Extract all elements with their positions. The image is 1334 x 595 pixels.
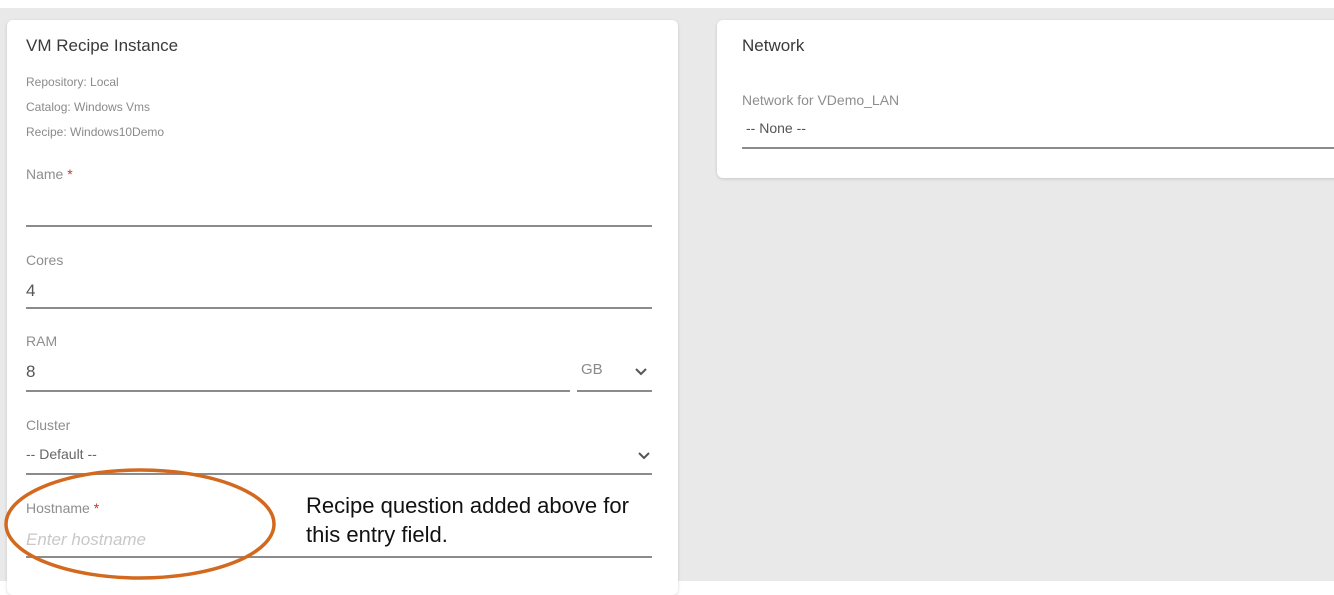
- cores-underline: [26, 307, 652, 309]
- name-label: Name *: [26, 166, 73, 182]
- chevron-down-icon: [635, 368, 647, 376]
- repository-text: Repository: Local: [26, 75, 119, 89]
- ram-unit-value: GB: [581, 361, 603, 378]
- name-underline: [26, 225, 652, 227]
- card-title: VM Recipe Instance: [26, 36, 179, 55]
- network-select[interactable]: -- None --: [742, 117, 1334, 151]
- ram-input[interactable]: [26, 360, 566, 384]
- cluster-value: -- Default --: [26, 446, 97, 462]
- hostname-label-text: Hostname: [26, 500, 90, 516]
- required-marker: *: [67, 166, 73, 182]
- network-value: -- None --: [746, 120, 806, 136]
- ram-underline: [26, 390, 570, 392]
- hostname-underline: [26, 556, 652, 558]
- cluster-select[interactable]: -- Default --: [26, 442, 652, 476]
- ram-unit-underline: [577, 390, 652, 392]
- cores-label: Cores: [26, 252, 64, 268]
- required-marker: *: [93, 500, 100, 516]
- hostname-label: Hostname *: [26, 500, 99, 516]
- name-input[interactable]: [26, 197, 652, 221]
- card-title: Network: [742, 36, 805, 55]
- annotation-text: Recipe question added above for this ent…: [306, 493, 629, 547]
- chevron-down-icon: [638, 452, 650, 460]
- network-card: Network Network for VDemo_LAN -- None --: [717, 20, 1334, 178]
- cluster-underline: [26, 473, 652, 475]
- cores-input[interactable]: [26, 279, 652, 303]
- network-underline: [742, 147, 1334, 149]
- ram-label: RAM: [26, 333, 58, 349]
- ram-unit-select[interactable]: GB: [577, 358, 652, 392]
- recipe-text: Recipe: Windows10Demo: [26, 125, 165, 139]
- name-label-text: Name: [26, 166, 64, 182]
- catalog-text: Catalog: Windows Vms: [26, 100, 151, 114]
- network-field-label: Network for VDemo_LAN: [742, 92, 900, 108]
- cluster-label: Cluster: [26, 417, 71, 433]
- hostname-input[interactable]: [26, 527, 296, 553]
